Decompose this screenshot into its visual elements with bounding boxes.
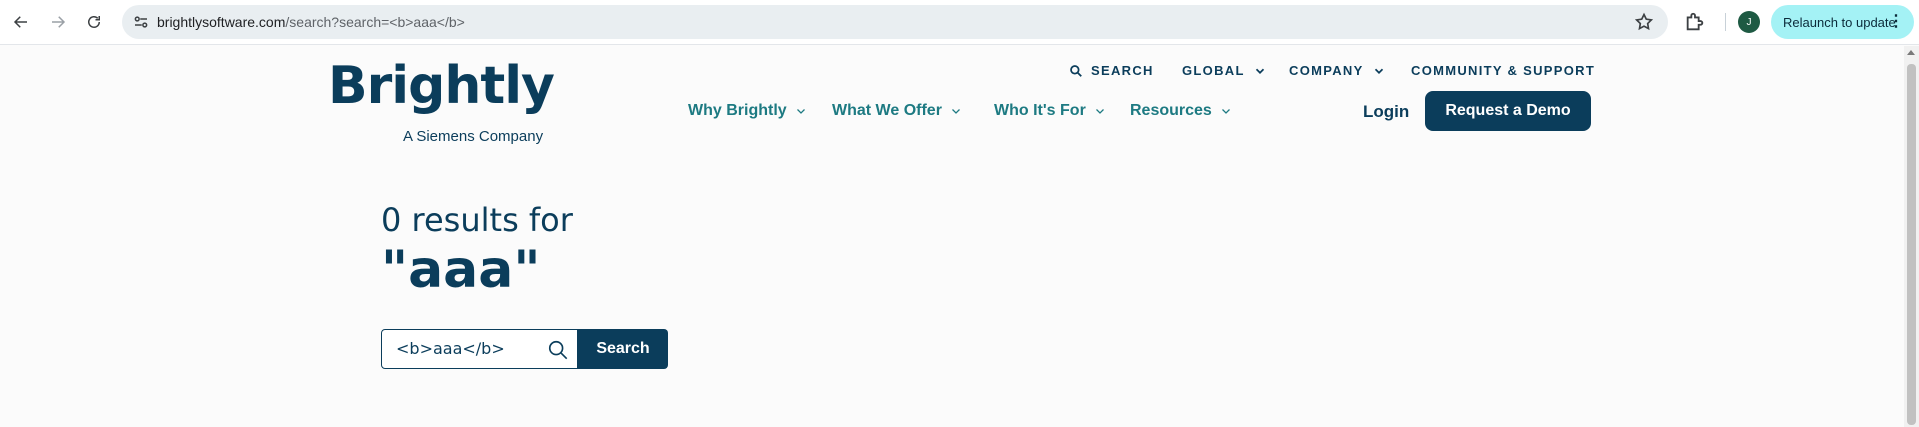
login-link[interactable]: Login <box>1363 102 1409 122</box>
chevron-down-icon <box>1255 68 1264 74</box>
reload-icon <box>88 16 100 28</box>
forward-button[interactable] <box>47 11 69 33</box>
nav-what-we-offer[interactable]: What We Offer <box>832 102 962 120</box>
arrow-left-icon <box>13 16 27 28</box>
search-input[interactable] <box>396 339 536 358</box>
relaunch-button[interactable]: Relaunch to update ⋮ <box>1771 5 1914 39</box>
logo-subtitle: A Siemens Company <box>403 128 544 145</box>
page-scrollbar[interactable] <box>1904 46 1919 427</box>
logo-wordmark: Brightly <box>328 56 555 116</box>
scrollbar-thumb[interactable] <box>1907 64 1916 425</box>
url-text[interactable]: brightlysoftware.com/search?search=<b>aa… <box>157 14 465 30</box>
utility-company-menu[interactable]: COMPANY <box>1289 63 1386 78</box>
site-info-icon[interactable] <box>132 13 150 31</box>
utility-search-link[interactable]: SEARCH <box>1069 63 1154 78</box>
nav-who-its-for[interactable]: Who It's For <box>994 102 1106 120</box>
url-path: /search?search=<b>aaa</b> <box>285 14 465 30</box>
chevron-down-icon <box>1374 68 1383 74</box>
chevron-down-icon <box>1221 109 1230 114</box>
nav-who-label: Who It's For <box>994 102 1086 119</box>
nav-why-brightly[interactable]: Why Brightly <box>688 102 807 120</box>
results-count-heading: 0 results for <box>381 201 573 239</box>
utility-search-label: SEARCH <box>1091 63 1154 78</box>
nav-why-label: Why Brightly <box>688 102 787 119</box>
search-button[interactable]: Search <box>578 329 668 369</box>
profile-initial: J <box>1746 16 1752 28</box>
chevron-down-icon <box>1095 109 1104 114</box>
utility-community-label: COMMUNITY & SUPPORT <box>1411 63 1596 78</box>
nav-resources-label: Resources <box>1130 102 1212 119</box>
search-field[interactable] <box>381 329 578 369</box>
utility-company-label: COMPANY <box>1289 63 1364 78</box>
site-header: Brightly A Siemens Company SEARCH GLOBAL… <box>0 46 1904 156</box>
utility-global-label: GLOBAL <box>1182 63 1245 78</box>
utility-community-link[interactable]: COMMUNITY & SUPPORT <box>1411 63 1595 78</box>
nav-resources[interactable]: Resources <box>1130 102 1232 120</box>
profile-avatar[interactable]: J <box>1738 11 1760 33</box>
chevron-down-icon <box>796 109 805 114</box>
search-icon <box>548 340 568 360</box>
brightly-logo[interactable]: Brightly A Siemens Company <box>328 56 555 145</box>
arrow-right-icon <box>52 16 66 28</box>
address-bar[interactable]: brightlysoftware.com/search?search=<b>aa… <box>122 5 1668 39</box>
url-host: brightlysoftware.com <box>157 14 286 30</box>
results-query-heading: "aaa" <box>381 240 541 300</box>
more-options-icon[interactable]: ⋮ <box>1888 14 1904 30</box>
browser-toolbar: brightlysoftware.com/search?search=<b>aa… <box>0 0 1919 45</box>
toolbar-separator <box>1725 13 1726 31</box>
extensions-icon[interactable] <box>1684 11 1706 33</box>
request-demo-button[interactable]: Request a Demo <box>1425 91 1591 131</box>
reload-button[interactable] <box>83 11 105 33</box>
back-button[interactable] <box>10 11 32 33</box>
utility-global-menu[interactable]: GLOBAL <box>1182 63 1267 78</box>
search-icon <box>1070 64 1082 77</box>
relaunch-label: Relaunch to update <box>1783 14 1896 30</box>
bookmark-star-icon[interactable] <box>1634 12 1654 32</box>
chevron-down-icon <box>951 109 960 114</box>
scroll-up-arrow-icon[interactable] <box>1907 50 1915 55</box>
nav-offer-label: What We Offer <box>832 102 942 119</box>
